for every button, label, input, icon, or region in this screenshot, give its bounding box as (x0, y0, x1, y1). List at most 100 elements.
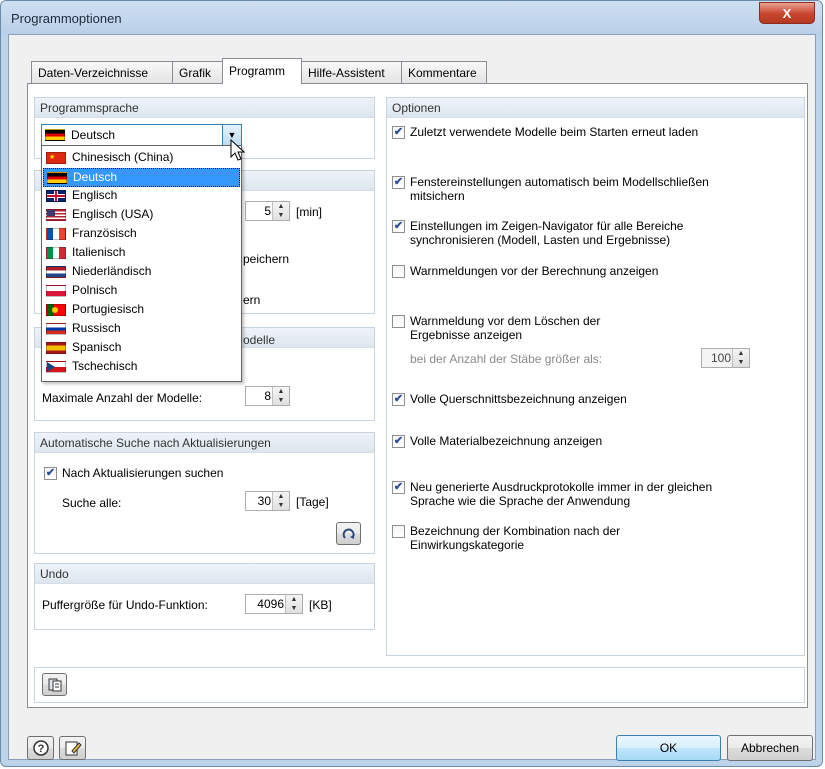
tab-hilfe-assistent[interactable]: Hilfe-Assistent (301, 61, 402, 83)
language-option[interactable]: Spanisch (43, 339, 240, 358)
undo-buffer-value: 4096 (257, 597, 284, 611)
language-option[interactable]: Portugiesisch (43, 301, 240, 320)
flag-portugal-icon (46, 304, 66, 316)
spinner-arrows-icon[interactable]: ▲ ▼ (732, 349, 749, 367)
spinner-arrows-icon[interactable]: ▲ ▼ (285, 595, 302, 613)
option-checkbox-reload-models[interactable]: ✔ (392, 126, 405, 139)
language-option-label: Polnisch (72, 283, 118, 297)
language-option[interactable]: Tschechisch (43, 358, 240, 377)
help-icon: ? (32, 740, 49, 756)
language-option-label: Deutsch (73, 170, 118, 184)
language-option[interactable]: ★ Chinesisch (China) (43, 149, 240, 168)
spinner-arrows-icon[interactable]: ▲ ▼ (272, 387, 289, 405)
cancel-button[interactable]: Abbrechen (727, 735, 813, 761)
option-label-line2: Sprache wie die Sprache der Anwendung (410, 494, 631, 508)
language-option[interactable]: Italienisch (43, 244, 240, 263)
option-label: Einstellungen im Zeigen-Navigator für al… (410, 219, 684, 233)
flag-germany-icon (45, 129, 65, 141)
flag-russia-icon (46, 323, 66, 335)
default-settings-button[interactable] (42, 673, 67, 696)
flag-italy-icon (46, 247, 66, 259)
option-label-line2: mitsichern (410, 189, 465, 203)
stab-threshold-input[interactable]: 100 ▲ ▼ (701, 348, 750, 368)
update-interval-unit: [Tage] (296, 495, 329, 509)
language-dropdown-list[interactable]: ★ Chinesisch (China) Deutsch Englisch En… (41, 145, 242, 382)
group-updates: Automatische Suche nach Aktualisierungen (34, 432, 375, 554)
svg-text:?: ? (37, 743, 44, 755)
language-option-label: Spanisch (72, 340, 122, 354)
option-checkbox-warnings-calc[interactable] (392, 265, 405, 278)
edit-notes-button[interactable] (59, 736, 86, 760)
refresh-arrow-icon (342, 528, 355, 539)
stab-threshold-label: bei der Anzahl der Stäbe größer als: (410, 352, 603, 366)
option-checkbox-sync-navigator[interactable]: ✔ (392, 220, 405, 233)
tab-kommentare[interactable]: Kommentare (401, 61, 487, 83)
check-updates-now-button[interactable] (336, 522, 361, 545)
group-undo: Undo (34, 563, 375, 630)
autosave-unit: [min] (296, 205, 323, 219)
panel-footer-bar (34, 667, 805, 703)
title-bar[interactable]: Programmoptionen X (1, 1, 822, 35)
language-option-label: Chinesisch (China) (72, 150, 174, 164)
language-option-selected[interactable]: Deutsch (43, 168, 240, 187)
autosave-interval-input[interactable]: 5 ▲ ▼ (245, 201, 290, 221)
option-label: Zuletzt verwendete Modelle beim Starten … (410, 125, 699, 139)
option-label-line2: synchronisieren (Modell, Lasten und Erge… (410, 233, 671, 247)
help-button[interactable]: ? (27, 736, 54, 760)
group-header-undo: Undo (35, 564, 374, 584)
option-checkbox-warning-delete[interactable] (392, 315, 405, 328)
language-option[interactable]: Polnisch (43, 282, 240, 301)
option-checkbox-full-section[interactable]: ✔ (392, 393, 405, 406)
option-checkbox-report-language[interactable]: ✔ (392, 481, 405, 494)
updates-checkbox[interactable]: ✔ (44, 467, 57, 480)
flag-france-icon (46, 228, 66, 240)
flag-uk-icon (46, 190, 66, 202)
spinner-arrows-icon[interactable]: ▲ ▼ (272, 202, 289, 220)
flag-netherlands-icon (46, 266, 66, 278)
language-select[interactable]: Deutsch ▼ (41, 124, 242, 146)
close-button[interactable]: X (759, 2, 815, 24)
spinner-arrows-icon[interactable]: ▲ ▼ (272, 492, 289, 510)
language-option[interactable]: Englisch (43, 187, 240, 206)
edit-pencil-icon (65, 741, 82, 756)
language-option-label: Niederländisch (72, 264, 152, 278)
settings-file-icon (48, 678, 61, 692)
language-option[interactable]: Russisch (43, 320, 240, 339)
language-option[interactable]: Französisch (43, 225, 240, 244)
tab-grafik[interactable]: Grafik (172, 61, 223, 83)
autosave-interval-value: 5 (264, 204, 271, 218)
option-label-line2: Ergebnisse anzeigen (410, 328, 523, 342)
mouse-cursor-icon (230, 139, 246, 161)
option-checkbox-window-settings[interactable]: ✔ (392, 176, 405, 189)
language-option-label: Italienisch (72, 245, 126, 259)
tab-programm[interactable]: Programm (222, 58, 302, 84)
flag-usa-icon (46, 209, 66, 221)
option-label: Bezeichnung der Kombination nach der (410, 524, 621, 538)
ok-button[interactable]: OK (616, 735, 721, 761)
option-label: Warnmeldungen vor der Berechnung anzeige… (410, 264, 659, 278)
modelle-header-text: odelle (243, 333, 276, 347)
update-interval-input[interactable]: 30 ▲ ▼ (245, 491, 290, 511)
language-option[interactable]: Niederländisch (43, 263, 240, 282)
option-label: Warnmeldung vor dem Löschen der (410, 314, 601, 328)
undo-buffer-label: Puffergröße für Undo-Funktion: (42, 598, 208, 612)
max-models-input[interactable]: 8 ▲ ▼ (245, 386, 290, 406)
option-checkbox-full-material[interactable]: ✔ (392, 435, 405, 448)
max-models-label: Maximale Anzahl der Modelle: (42, 391, 203, 405)
option-checkbox-combination-name[interactable] (392, 525, 405, 538)
language-option-label: Französisch (72, 226, 137, 240)
group-header-programmsprache: Programmsprache (35, 98, 374, 118)
tab-daten-verzeichnisse[interactable]: Daten-Verzeichnisse (31, 61, 173, 83)
flag-germany-icon (47, 172, 67, 184)
group-header-optionen: Optionen (387, 98, 804, 118)
undo-buffer-input[interactable]: 4096 ▲ ▼ (245, 594, 303, 614)
updates-checkbox-label: Nach Aktualisierungen suchen (62, 466, 224, 480)
option-label: Fenstereinstellungen automatisch beim Mo… (410, 175, 709, 189)
language-select-value: Deutsch (71, 128, 116, 142)
language-option-label: Englisch (72, 188, 118, 202)
autosave-option-text-2: ern (243, 293, 261, 307)
language-option[interactable]: Englisch (USA) (43, 206, 240, 225)
option-label-line2: Einwirkungskategorie (410, 538, 525, 552)
update-interval-label: Suche alle: (62, 496, 122, 510)
flag-spain-icon (46, 342, 66, 354)
